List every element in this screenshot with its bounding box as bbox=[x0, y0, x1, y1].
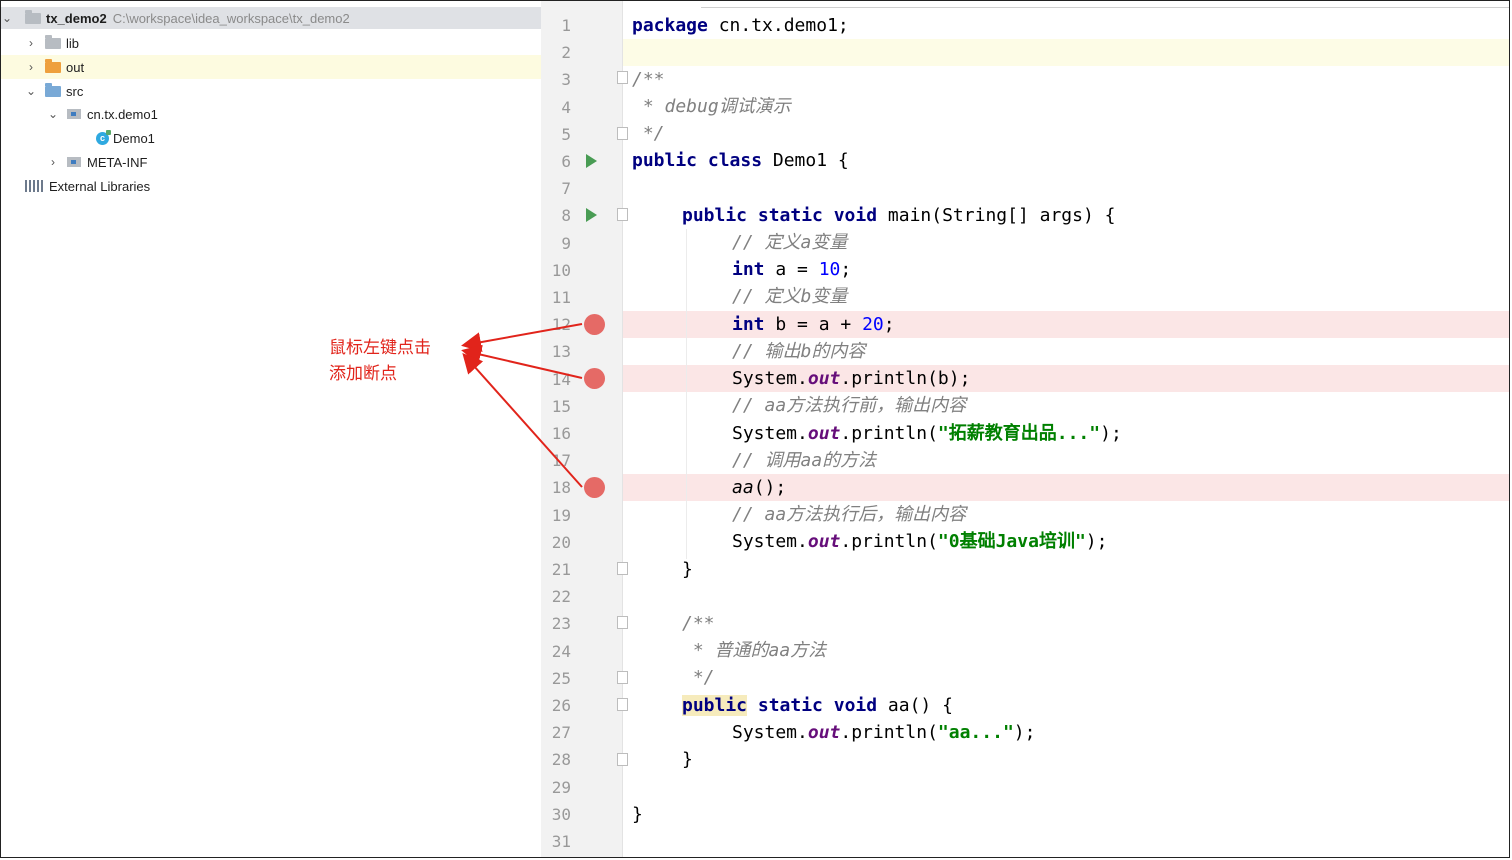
line-number[interactable]: 15 bbox=[541, 393, 571, 420]
code-line-14[interactable]: System.out.println(b); bbox=[732, 365, 970, 392]
breakpoint-icon[interactable] bbox=[584, 314, 605, 335]
line-number[interactable]: 5 bbox=[541, 121, 571, 148]
line-number[interactable]: 29 bbox=[541, 774, 571, 801]
line-number[interactable]: 18 bbox=[541, 474, 571, 501]
breakpoint-icon[interactable] bbox=[584, 477, 605, 498]
annotation-line-2: 添加断点 bbox=[329, 364, 397, 384]
code-line-17[interactable]: // 调用aa的方法 bbox=[732, 447, 876, 474]
line-number[interactable]: 20 bbox=[541, 529, 571, 556]
line-number[interactable]: 24 bbox=[541, 638, 571, 665]
libraries-icon bbox=[25, 180, 45, 192]
package-icon bbox=[67, 109, 81, 119]
code-line-27[interactable]: System.out.println("aa..."); bbox=[732, 719, 1035, 746]
tree-item-external-libraries[interactable]: External Libraries bbox=[1, 174, 565, 198]
line-number[interactable]: 10 bbox=[541, 257, 571, 284]
line-number[interactable]: 6 bbox=[541, 148, 571, 175]
line-number[interactable]: 9 bbox=[541, 230, 571, 257]
folder-icon bbox=[45, 34, 61, 49]
run-icon[interactable] bbox=[586, 154, 597, 168]
current-line-highlight bbox=[623, 39, 1509, 66]
tree-item-lib[interactable]: › lib bbox=[1, 31, 565, 55]
line-number[interactable]: 26 bbox=[541, 692, 571, 719]
line-number[interactable]: 11 bbox=[541, 284, 571, 311]
chevron-right-icon[interactable]: › bbox=[25, 36, 37, 50]
code-line-19[interactable]: // aa方法执行后，输出内容 bbox=[732, 501, 966, 528]
code-line-12[interactable]: int b = a + 20; bbox=[732, 311, 895, 338]
breakpoint-icon[interactable] bbox=[584, 368, 605, 389]
line-number[interactable]: 2 bbox=[541, 39, 571, 66]
fold-icon[interactable] bbox=[617, 208, 628, 221]
code-line-13[interactable]: // 输出b的内容 bbox=[732, 338, 865, 365]
tree-item-meta-inf[interactable]: › META-INF bbox=[1, 150, 587, 174]
line-number[interactable]: 14 bbox=[541, 366, 571, 393]
line-number[interactable]: 30 bbox=[541, 801, 571, 828]
line-number[interactable]: 1 bbox=[541, 12, 571, 39]
chevron-down-icon[interactable]: ⌄ bbox=[47, 107, 59, 121]
code-line-21[interactable]: } bbox=[682, 556, 693, 583]
line-number[interactable]: 25 bbox=[541, 665, 571, 692]
code-line-3[interactable]: /** bbox=[632, 66, 665, 93]
code-line-23[interactable]: /** bbox=[682, 610, 715, 637]
code-line-6[interactable]: public class Demo1 { bbox=[632, 147, 849, 174]
line-number[interactable]: 19 bbox=[541, 502, 571, 529]
code-line-8[interactable]: public static void main(String[] args) { bbox=[682, 202, 1116, 229]
fold-icon[interactable] bbox=[617, 671, 628, 684]
fold-icon[interactable] bbox=[617, 753, 628, 766]
ide-window: ⌄ tx_demo2 C:\workspace\idea_workspace\t… bbox=[0, 0, 1510, 858]
fold-icon[interactable] bbox=[617, 127, 628, 140]
line-number[interactable]: 13 bbox=[541, 338, 571, 365]
fold-icon[interactable] bbox=[617, 616, 628, 629]
code-line-30[interactable]: } bbox=[632, 801, 643, 828]
code-line-24[interactable]: * 普通的aa方法 bbox=[682, 637, 826, 664]
code-line-16[interactable]: System.out.println("拓薪教育出品..."); bbox=[732, 420, 1122, 447]
line-number[interactable]: 4 bbox=[541, 94, 571, 121]
tree-item-out[interactable]: › out bbox=[1, 55, 565, 79]
code-line-5[interactable]: */ bbox=[632, 120, 665, 147]
code-line-1[interactable]: package cn.tx.demo1; bbox=[632, 12, 849, 39]
line-number[interactable]: 3 bbox=[541, 66, 571, 93]
module-folder-icon bbox=[25, 9, 41, 24]
source-folder-icon bbox=[45, 82, 61, 97]
fold-icon[interactable] bbox=[617, 698, 628, 711]
line-number[interactable]: 17 bbox=[541, 447, 571, 474]
code-line-11[interactable]: // 定义b变量 bbox=[732, 283, 847, 310]
code-line-20[interactable]: System.out.println("0基础Java培训"); bbox=[732, 528, 1107, 555]
run-icon[interactable] bbox=[586, 208, 597, 222]
line-number[interactable]: 31 bbox=[541, 828, 571, 855]
line-number[interactable]: 7 bbox=[541, 175, 571, 202]
code-line-9[interactable]: // 定义a变量 bbox=[732, 229, 847, 256]
code-line-26[interactable]: public static void aa() { bbox=[682, 692, 953, 719]
project-tree: ⌄ tx_demo2 C:\workspace\idea_workspace\t… bbox=[1, 1, 565, 857]
line-number[interactable]: 12 bbox=[541, 311, 571, 338]
code-line-10[interactable]: int a = 10; bbox=[732, 256, 851, 283]
fold-icon[interactable] bbox=[617, 71, 628, 84]
line-number[interactable]: 16 bbox=[541, 420, 571, 447]
code-line-28[interactable]: } bbox=[682, 746, 693, 773]
tree-item-src[interactable]: ⌄ src bbox=[1, 79, 565, 103]
line-number[interactable]: 22 bbox=[541, 583, 571, 610]
fold-icon[interactable] bbox=[617, 562, 628, 575]
chevron-down-icon[interactable]: ⌄ bbox=[25, 84, 37, 98]
indent-guide bbox=[686, 229, 687, 559]
code-line-18[interactable]: aa(); bbox=[732, 474, 786, 501]
chevron-right-icon[interactable]: › bbox=[25, 60, 37, 74]
folder-orange-icon bbox=[45, 58, 61, 73]
line-number[interactable]: 28 bbox=[541, 746, 571, 773]
code-line-4[interactable]: * debug调试演示 bbox=[632, 93, 791, 120]
line-number[interactable]: 8 bbox=[541, 202, 571, 229]
line-number[interactable]: 21 bbox=[541, 556, 571, 583]
chevron-right-icon[interactable]: › bbox=[47, 155, 59, 169]
annotation-line-1: 鼠标左键点击 bbox=[329, 338, 431, 358]
tree-item-package[interactable]: ⌄ cn.tx.demo1 bbox=[1, 102, 587, 126]
tree-root-tx-demo2[interactable]: ⌄ tx_demo2 C:\workspace\idea_workspace\t… bbox=[1, 7, 541, 29]
code-line-15[interactable]: // aa方法执行前，输出内容 bbox=[732, 392, 966, 419]
line-number[interactable]: 23 bbox=[541, 610, 571, 637]
editor-tab-strip bbox=[701, 1, 1509, 8]
java-class-icon: c bbox=[96, 129, 111, 145]
package-icon bbox=[67, 157, 81, 167]
chevron-down-icon[interactable]: ⌄ bbox=[1, 11, 13, 25]
code-line-25[interactable]: */ bbox=[682, 664, 715, 691]
line-number[interactable]: 27 bbox=[541, 719, 571, 746]
